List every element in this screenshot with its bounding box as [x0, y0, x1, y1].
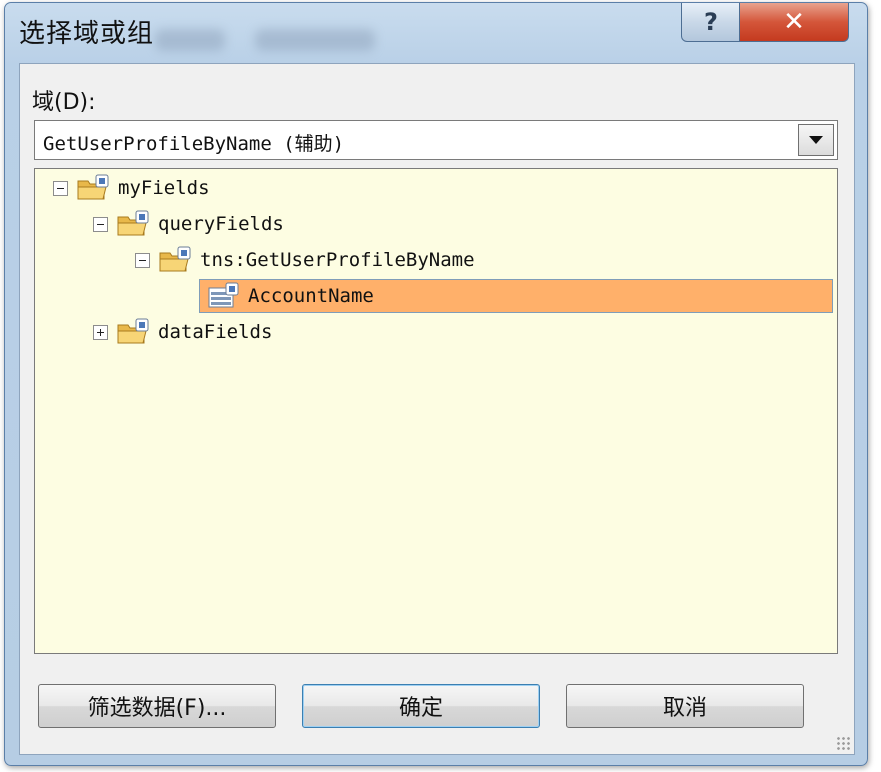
window-title: 选择域或组: [19, 19, 155, 49]
tree-node-datafields[interactable]: dataFields: [93, 315, 272, 349]
ok-button[interactable]: 确定: [302, 684, 540, 728]
collapse-icon[interactable]: [53, 180, 68, 196]
help-button[interactable]: ?: [681, 3, 741, 42]
tree-node-label: dataFields: [158, 321, 273, 343]
dialog-body: 域(D): GetUserProfileByName (辅助) myFields: [19, 63, 855, 755]
folder-icon: [77, 174, 109, 200]
tree-node-label: queryFields: [158, 213, 284, 235]
folder-icon: [117, 318, 149, 344]
tree-node-getuserprofilebyname[interactable]: tns:GetUserProfileByName: [135, 243, 475, 277]
title-bar[interactable]: 选择域或组 ? ✕: [5, 3, 867, 59]
domain-select[interactable]: GetUserProfileByName (辅助): [34, 120, 838, 160]
tree-node-queryfields[interactable]: queryFields: [93, 207, 284, 241]
chevron-down-icon: [809, 136, 823, 144]
dropdown-button[interactable]: [798, 124, 834, 156]
resize-grip[interactable]: [836, 736, 850, 750]
collapse-icon[interactable]: [135, 252, 150, 268]
close-icon: ✕: [783, 7, 805, 37]
tree-node-label: tns:GetUserProfileByName: [200, 249, 475, 271]
tree-node-label: myFields: [118, 177, 210, 199]
folder-icon: [117, 210, 149, 236]
tree-node-myfields[interactable]: myFields: [53, 171, 210, 205]
background-blur: [155, 29, 225, 51]
question-icon: ?: [704, 8, 718, 36]
collapse-icon[interactable]: [93, 216, 108, 232]
tree-node-label: AccountName: [248, 285, 374, 307]
tree-node-accountname[interactable]: AccountName: [199, 279, 833, 313]
close-button[interactable]: ✕: [739, 3, 849, 42]
folder-icon: [159, 246, 191, 272]
cancel-button[interactable]: 取消: [566, 684, 804, 728]
field-icon: [208, 282, 239, 308]
filter-data-button[interactable]: 筛选数据(F)...: [38, 684, 276, 728]
domain-label: 域(D):: [32, 90, 96, 115]
domain-select-value: GetUserProfileByName (辅助): [43, 133, 345, 155]
expand-icon[interactable]: [93, 324, 108, 340]
background-blur: [255, 29, 375, 51]
dialog-window: 选择域或组 ? ✕ 域(D): GetUserProfileByName (辅助…: [4, 2, 868, 766]
field-tree[interactable]: myFields queryFields tns:GetUserProfileB…: [34, 168, 838, 654]
